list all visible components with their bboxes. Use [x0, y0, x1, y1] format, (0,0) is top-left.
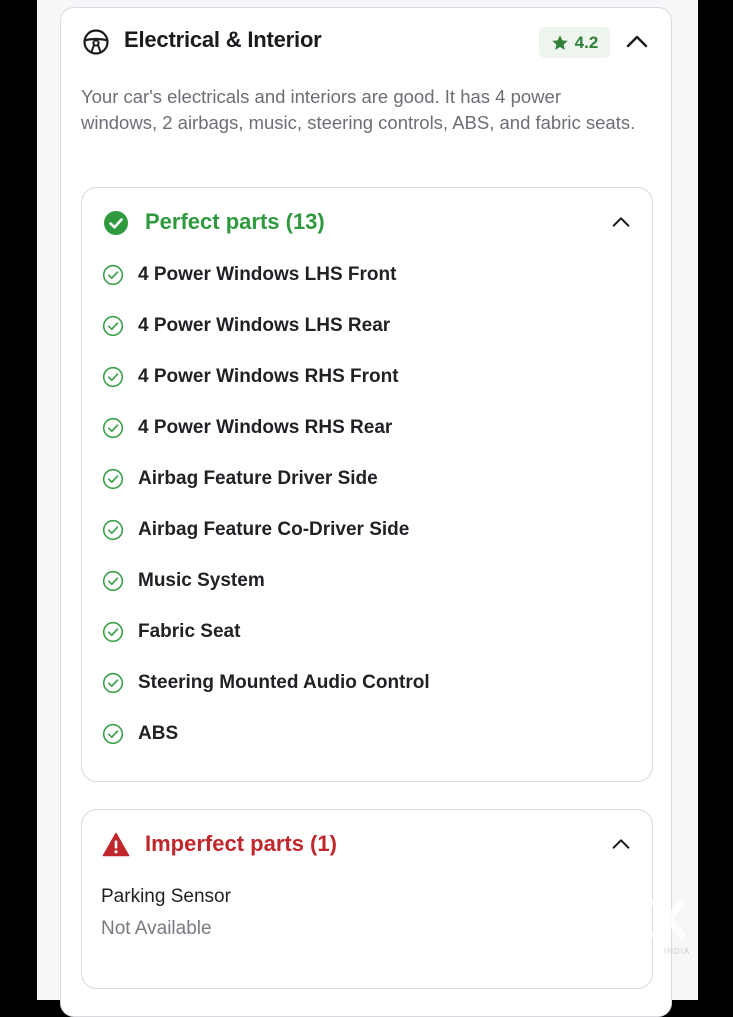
list-item: Music System	[102, 566, 265, 596]
part-name: 4 Power Windows LHS Rear	[138, 315, 391, 336]
check-circle-icon	[102, 723, 124, 745]
imperfect-part-status: Not Available	[101, 918, 212, 939]
check-circle-icon	[102, 570, 124, 592]
part-name: Steering Mounted Audio Control	[138, 672, 430, 693]
perfect-parts-title: Perfect parts (13)	[145, 209, 325, 234]
part-name: Music System	[138, 570, 265, 591]
check-circle-icon	[102, 621, 124, 643]
check-circle-icon	[102, 519, 124, 541]
rating-value: 4.2	[574, 32, 599, 52]
list-item: 4 Power Windows LHS Rear	[102, 311, 390, 341]
check-circle-icon	[102, 315, 124, 337]
part-name: Airbag Feature Co-Driver Side	[138, 519, 410, 540]
warning-triangle-icon	[102, 832, 130, 857]
list-item: Steering Mounted Audio Control	[102, 668, 430, 698]
electrical-interior-card: Electrical & Interior 4.2 Your car's ele…	[60, 7, 672, 1017]
olx-watermark-logo: INDIA	[564, 894, 690, 956]
part-name: 4 Power Windows LHS Front	[138, 264, 397, 285]
steering-wheel-icon	[83, 29, 109, 55]
check-circle-icon	[102, 672, 124, 694]
part-name: ABS	[138, 723, 179, 744]
imperfect-part-name: Parking Sensor	[101, 886, 231, 907]
part-name: Fabric Seat	[138, 621, 241, 642]
part-name: Airbag Feature Driver Side	[138, 468, 378, 489]
list-item: Airbag Feature Driver Side	[102, 464, 378, 494]
part-name: 4 Power Windows RHS Rear	[138, 417, 393, 438]
imperfect-parts-title: Imperfect parts (1)	[145, 831, 337, 856]
check-circle-filled-icon	[104, 211, 128, 235]
check-circle-icon	[102, 264, 124, 286]
check-circle-icon	[102, 468, 124, 490]
list-item: ABS	[102, 719, 178, 749]
list-item: 4 Power Windows RHS Front	[102, 362, 399, 392]
collapse-perfect-parts-button[interactable]	[609, 210, 633, 234]
rating-badge: 4.2	[539, 27, 610, 58]
collapse-section-button[interactable]	[624, 29, 650, 55]
list-item: Fabric Seat	[102, 617, 240, 647]
check-circle-icon	[102, 366, 124, 388]
watermark-region-text: INDIA	[664, 947, 690, 956]
list-item: Airbag Feature Co-Driver Side	[102, 515, 409, 545]
list-item: 4 Power Windows LHS Front	[102, 260, 396, 290]
list-item: 4 Power Windows RHS Rear	[102, 413, 392, 443]
page-background: Electrical & Interior 4.2 Your car's ele…	[37, 0, 698, 1017]
part-name: 4 Power Windows RHS Front	[138, 366, 399, 387]
perfect-parts-panel: Perfect parts (13) 4 Power Windows LHS F…	[81, 187, 653, 782]
star-icon	[551, 34, 568, 50]
section-description: Your car's electricals and interiors are…	[81, 86, 636, 133]
collapse-imperfect-parts-button[interactable]	[609, 832, 633, 856]
check-circle-icon	[102, 417, 124, 439]
section-title: Electrical & Interior	[124, 27, 322, 52]
